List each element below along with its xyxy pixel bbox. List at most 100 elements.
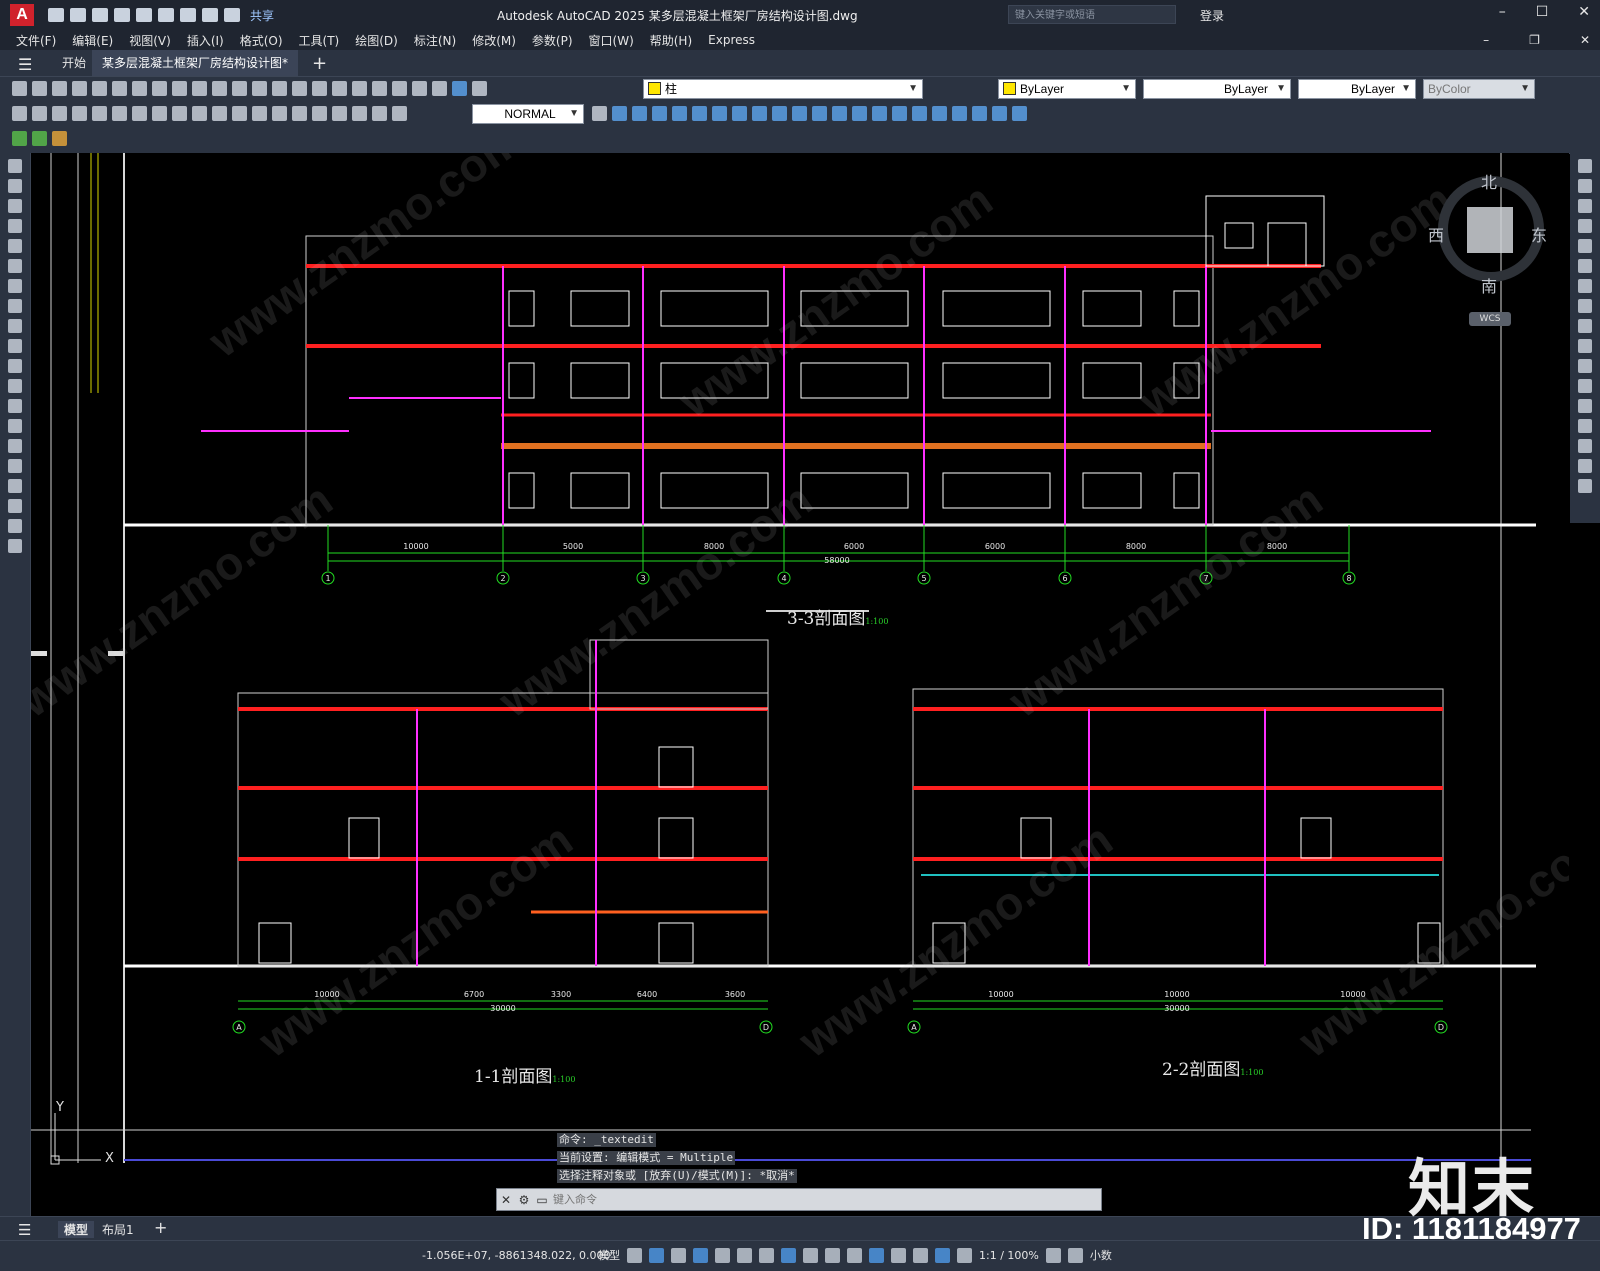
layer-previous-icon[interactable] <box>32 131 47 146</box>
units-dropdown[interactable]: 小数 <box>1090 1247 1112 1263</box>
diameter-dim-icon[interactable] <box>132 106 147 121</box>
menu-express[interactable]: Express <box>708 33 755 47</box>
rectangle-icon[interactable] <box>8 239 22 253</box>
menu-view[interactable]: 视图(V) <box>129 32 171 49</box>
insert-block-icon[interactable] <box>8 379 22 393</box>
break-icon[interactable] <box>1578 379 1592 393</box>
hamburger-menu-icon[interactable]: ☰ <box>18 55 32 74</box>
annotation-visibility-icon[interactable] <box>935 1247 950 1263</box>
transparency-icon[interactable] <box>825 1247 840 1263</box>
menu-help[interactable]: 帮助(H) <box>650 32 692 49</box>
quick-dim-icon[interactable] <box>172 106 187 121</box>
add-layout-button[interactable]: + <box>154 1218 167 1237</box>
union-icon[interactable] <box>712 106 727 121</box>
ellipse-icon[interactable] <box>8 339 22 353</box>
offset-faces-icon[interactable] <box>1012 106 1027 121</box>
polyline-icon[interactable] <box>8 199 22 213</box>
selection-cycling-icon[interactable] <box>847 1247 862 1263</box>
zoom-window-icon[interactable] <box>312 81 327 96</box>
tool-palettes-icon[interactable] <box>372 81 387 96</box>
coordinates-readout[interactable]: -1.056E+07, -8861348.022, 0.000 <box>422 1249 611 1262</box>
match-properties-icon[interactable] <box>192 81 207 96</box>
trim-icon[interactable] <box>1578 339 1592 353</box>
table-icon[interactable] <box>8 499 22 513</box>
properties-icon[interactable] <box>332 81 347 96</box>
dimstyle-dropdown[interactable]: NORMAL ▼ <box>472 104 584 124</box>
share-button[interactable]: 共享 <box>250 7 274 24</box>
section-icon[interactable] <box>792 106 807 121</box>
region-icon[interactable] <box>8 479 22 493</box>
cut-icon[interactable] <box>132 81 147 96</box>
interfere-icon[interactable] <box>812 106 827 121</box>
slice-icon[interactable] <box>772 106 787 121</box>
dim-text-edit-icon[interactable] <box>372 106 387 121</box>
menu-file[interactable]: 文件(F) <box>16 32 56 49</box>
move-icon[interactable] <box>1578 259 1592 273</box>
color-dropdown[interactable]: ByLayer ▼ <box>998 79 1136 99</box>
menu-parametric[interactable]: 参数(P) <box>532 32 573 49</box>
rotate-icon[interactable] <box>1578 279 1592 293</box>
compass-south[interactable]: 南 <box>1481 273 1497 297</box>
subtract-icon[interactable] <box>732 106 747 121</box>
new-icon[interactable] <box>48 8 64 22</box>
linear-dim-icon[interactable] <box>12 106 27 121</box>
undo-icon[interactable] <box>202 8 218 22</box>
erase-icon[interactable] <box>1578 159 1592 173</box>
arc-length-icon[interactable] <box>52 106 67 121</box>
layer-walk-icon[interactable] <box>52 131 67 146</box>
continue-dim-icon[interactable] <box>212 106 227 121</box>
fillet-icon[interactable] <box>1578 439 1592 453</box>
fillet-edge-icon[interactable] <box>952 106 967 121</box>
help-icon[interactable] <box>452 81 467 96</box>
linetype-dropdown[interactable]: ByLayer ▼ <box>1143 79 1291 99</box>
taper-faces-icon[interactable] <box>992 106 1007 121</box>
isodraft-icon[interactable] <box>759 1247 774 1263</box>
inspection-icon[interactable] <box>312 106 327 121</box>
intersect-icon[interactable] <box>752 106 767 121</box>
arc-icon[interactable] <box>8 259 22 273</box>
dynamic-ucs-icon[interactable] <box>891 1247 906 1263</box>
tab-document[interactable]: 某多层混凝土框架厂房结构设计图* <box>92 50 298 76</box>
gradient-icon[interactable] <box>8 459 22 473</box>
menu-window[interactable]: 窗口(W) <box>589 32 634 49</box>
new-tab-button[interactable]: + <box>312 53 327 74</box>
open-icon[interactable] <box>32 81 47 96</box>
new-icon[interactable] <box>12 81 27 96</box>
ellipse-arc-icon[interactable] <box>8 359 22 373</box>
chamfer-edge-icon[interactable] <box>972 106 987 121</box>
open-web-icon[interactable] <box>136 8 152 22</box>
doc-close-icon[interactable]: ✕ <box>1580 33 1590 47</box>
scale-icon[interactable] <box>1578 299 1592 313</box>
print-icon[interactable] <box>72 81 87 96</box>
radius-dim-icon[interactable] <box>92 106 107 121</box>
layout-menu-icon[interactable]: ☰ <box>18 1221 31 1239</box>
auto-scale-icon[interactable] <box>957 1247 972 1263</box>
point-icon[interactable] <box>8 419 22 433</box>
offset-icon[interactable] <box>1578 219 1592 233</box>
line-icon[interactable] <box>8 159 22 173</box>
grid-icon[interactable] <box>627 1247 642 1263</box>
doc-minimize-icon[interactable]: – <box>1483 33 1489 47</box>
baseline-dim-icon[interactable] <box>192 106 207 121</box>
hatch-icon[interactable] <box>8 439 22 453</box>
3d-osnap-icon[interactable] <box>869 1247 884 1263</box>
copy-object-icon[interactable] <box>1578 179 1592 193</box>
join-icon[interactable] <box>1578 399 1592 413</box>
dynamic-input-icon[interactable] <box>693 1247 708 1263</box>
revolve-icon[interactable] <box>692 106 707 121</box>
minimize-icon[interactable]: – <box>1499 4 1506 20</box>
redo-icon[interactable] <box>252 81 267 96</box>
menu-modify[interactable]: 修改(M) <box>472 32 516 49</box>
infer-icon[interactable] <box>671 1247 686 1263</box>
center-mark-icon[interactable] <box>292 106 307 121</box>
plotstyle-dropdown[interactable]: ByColor ▼ <box>1423 79 1535 99</box>
autocad-logo[interactable]: A <box>10 4 34 26</box>
command-input[interactable] <box>551 1189 1101 1210</box>
plot-icon[interactable] <box>180 8 196 22</box>
extrude-icon[interactable] <box>672 106 687 121</box>
check-icon[interactable] <box>932 106 947 121</box>
ordinate-dim-icon[interactable] <box>72 106 87 121</box>
annotation-scale[interactable]: 1:1 / 100% <box>979 1249 1039 1262</box>
quickcalc-icon[interactable] <box>432 81 447 96</box>
extract-edges-icon[interactable] <box>852 106 867 121</box>
